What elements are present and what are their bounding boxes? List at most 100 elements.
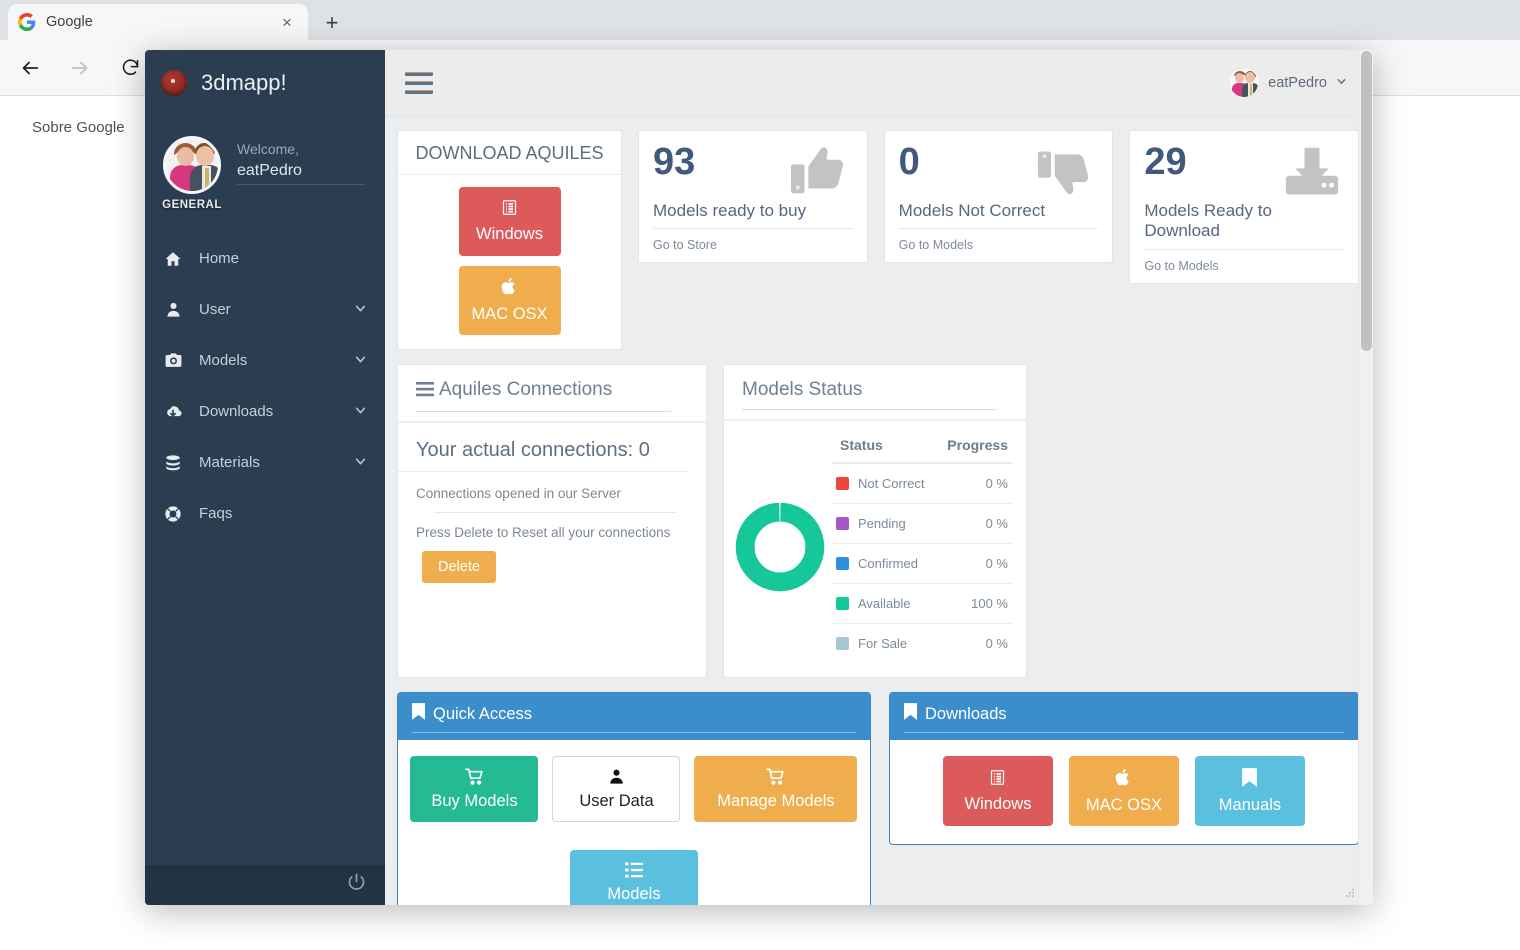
- column-header-progress: Progress: [947, 437, 1008, 453]
- cloud-download-icon: [163, 402, 183, 422]
- apple-icon: [1115, 768, 1132, 791]
- sidebar-item-label: Downloads: [199, 403, 274, 420]
- window-scrollbar[interactable]: [1358, 50, 1373, 905]
- welcome-label: Welcome,: [237, 141, 299, 157]
- scrollbar-thumb[interactable]: [1361, 51, 1372, 351]
- manage-models-button[interactable]: Manage Models: [694, 756, 858, 822]
- downloads-macosx-button[interactable]: MAC OSX: [1068, 756, 1179, 826]
- dashboard-scroll-area: DOWNLOAD AQUILES Windows MAC OSX 93 Mode…: [385, 116, 1373, 905]
- stat-link[interactable]: Go to Store: [653, 238, 853, 252]
- avatar-wrap: GENERAL: [161, 136, 223, 211]
- quick-access-grid: Buy Models User Data Manage Models Model…: [408, 756, 860, 905]
- button-label: MAC OSX: [471, 305, 548, 323]
- database-icon: [163, 454, 183, 472]
- chevron-down-icon: [354, 302, 367, 318]
- status-value: 0 %: [985, 476, 1008, 491]
- models-button[interactable]: Models: [569, 850, 698, 905]
- sidebar-item-label: Home: [199, 250, 240, 267]
- sidebar-item-home[interactable]: Home: [145, 233, 385, 284]
- sidebar-nav: Home User Models Downloads Materials Faq…: [145, 233, 385, 539]
- cart-icon: [766, 768, 785, 788]
- status-color-swatch: [836, 557, 849, 570]
- status-color-swatch: [836, 637, 849, 650]
- models-status-table: Status Progress Not Correct 0 % Pending …: [832, 431, 1012, 663]
- profile-username[interactable]: eatPedro: [237, 162, 365, 185]
- delete-button[interactable]: Delete: [422, 551, 496, 583]
- chevron-down-icon: [1336, 76, 1347, 90]
- home-icon: [163, 250, 183, 268]
- table-row: Not Correct 0 %: [832, 464, 1012, 504]
- downloads-manuals-button[interactable]: Manuals: [1194, 756, 1305, 826]
- google-icon: [18, 13, 36, 31]
- sidebar-item-models[interactable]: Models: [145, 335, 385, 386]
- status-label: Available: [858, 596, 911, 611]
- person-icon: [608, 768, 625, 788]
- card-title: DOWNLOAD AQUILES: [398, 131, 621, 175]
- stat-link[interactable]: Go to Models: [1144, 259, 1344, 273]
- sidebar-item-label: Faqs: [199, 505, 233, 522]
- about-google-link[interactable]: Sobre Google: [32, 119, 125, 136]
- user-menu[interactable]: eatPedro: [1229, 67, 1347, 98]
- status-value: 0 %: [985, 556, 1008, 571]
- panel-header: Downloads: [889, 693, 1358, 740]
- download-windows-button[interactable]: Windows: [458, 187, 561, 256]
- sidebar-item-user[interactable]: User: [145, 284, 385, 335]
- thumbs-down-icon: [1036, 145, 1096, 208]
- stat-label: Models Ready to Download: [1144, 201, 1345, 250]
- power-icon[interactable]: [346, 872, 367, 898]
- downloads-windows-button[interactable]: Windows: [942, 756, 1053, 826]
- download-macosx-button[interactable]: MAC OSX: [458, 266, 561, 335]
- table-row: Pending 0 %: [832, 504, 1012, 544]
- panel-body: Windows MAC OSX Manuals: [890, 740, 1358, 844]
- models-status-donut-chart: [734, 501, 826, 593]
- chevron-down-icon: [354, 353, 367, 369]
- main-content: eatPedro DOWNLOAD AQUILES Windows MAC OS…: [385, 50, 1373, 905]
- profile-role: GENERAL: [162, 199, 222, 211]
- user-data-button[interactable]: User Data: [552, 756, 681, 822]
- panel-title: Quick Access: [433, 704, 533, 723]
- panel-title: Aquiles Connections: [439, 379, 613, 400]
- connections-hint: Press Delete to Reset all your connectio…: [416, 525, 671, 540]
- reload-icon[interactable]: [116, 54, 144, 82]
- table-row: Confirmed 0 %: [832, 544, 1012, 584]
- panel-header: Models Status: [724, 365, 1026, 410]
- panel-header: Quick Access: [398, 693, 870, 740]
- panel-title: Downloads: [924, 704, 1007, 723]
- downloads-grid: Windows MAC OSX Manuals: [900, 756, 1348, 826]
- sidebar-item-materials[interactable]: Materials: [145, 437, 385, 488]
- sidebar-item-downloads[interactable]: Downloads: [145, 386, 385, 437]
- downloads-panel: Downloads Windows MAC OSX Manuals: [888, 692, 1359, 845]
- close-icon[interactable]: ×: [276, 11, 298, 33]
- stat-link[interactable]: Go to Models: [899, 238, 1099, 252]
- chevron-down-icon: [354, 455, 367, 471]
- browser-tab[interactable]: Google ×: [8, 4, 308, 40]
- tab-title: Google: [46, 14, 93, 30]
- brand[interactable]: 3dmapp!: [145, 50, 385, 116]
- column-header-status: Status: [840, 437, 883, 453]
- status-value: 0 %: [985, 516, 1008, 531]
- table-header-row: Status Progress: [832, 431, 1012, 464]
- logo-icon: [161, 70, 187, 96]
- status-color-swatch: [836, 597, 849, 610]
- buy-models-button[interactable]: Buy Models: [410, 756, 539, 822]
- resize-handle[interactable]: [1343, 887, 1355, 899]
- quick-access-panel: Quick Access Buy Models User Data Manage…: [397, 692, 871, 905]
- bookmark-icon: [412, 703, 425, 725]
- top-bar: eatPedro: [385, 50, 1373, 116]
- bookmark-icon: [1242, 767, 1258, 791]
- aquiles-connections-panel: Aquiles Connections Your actual connecti…: [397, 364, 707, 678]
- sidebar-item-faqs[interactable]: Faqs: [145, 488, 385, 539]
- list-icon: [624, 862, 643, 881]
- sidebar-footer: [145, 865, 385, 905]
- connections-subtitle: Connections opened in our Server: [416, 486, 621, 501]
- new-tab-button[interactable]: +: [318, 9, 346, 37]
- status-label: Confirmed: [858, 556, 918, 571]
- back-arrow-icon[interactable]: [16, 54, 44, 82]
- bookmark-icon: [903, 703, 917, 725]
- hamburger-icon[interactable]: [405, 71, 433, 94]
- status-label: Not Correct: [858, 476, 925, 491]
- status-color-swatch: [836, 477, 849, 490]
- download-aquiles-card: DOWNLOAD AQUILES Windows MAC OSX: [397, 130, 622, 350]
- stats-row: DOWNLOAD AQUILES Windows MAC OSX 93 Mode…: [397, 130, 1360, 350]
- stat-card-ready-to-download: 29 Models Ready to Download Go to Models: [1129, 130, 1360, 284]
